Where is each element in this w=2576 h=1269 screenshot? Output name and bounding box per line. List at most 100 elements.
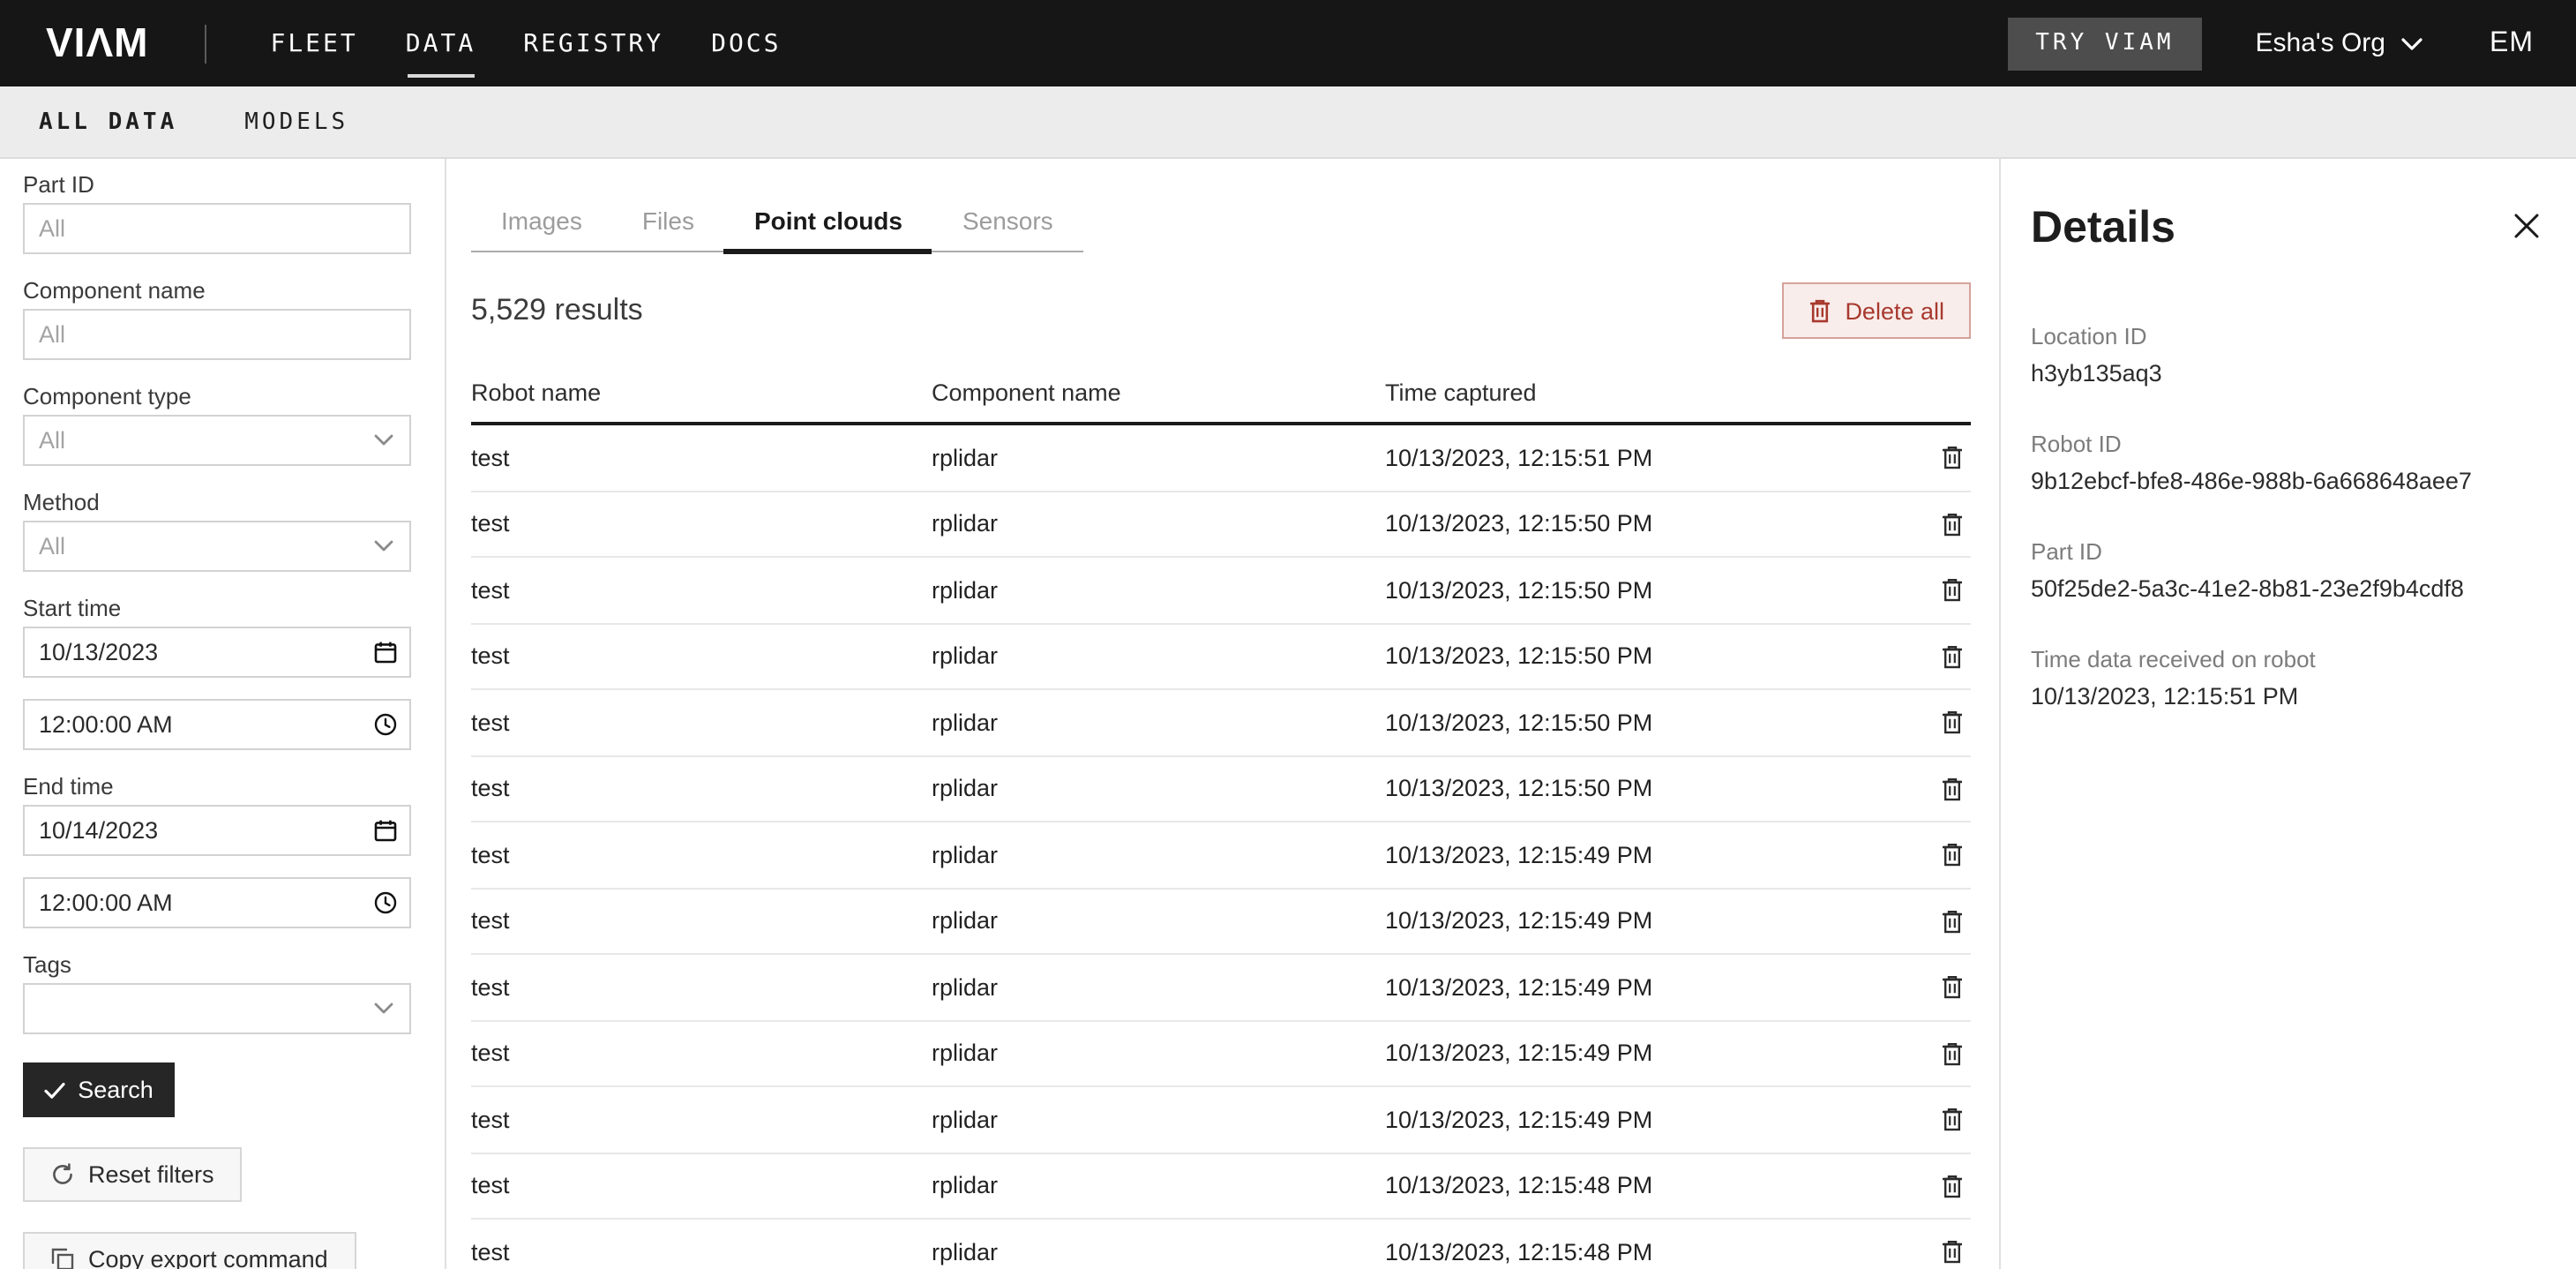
table-row: test rplidar 10/13/2023, 12:15:48 PM: [471, 1153, 1971, 1220]
cell-robot-name: test: [471, 842, 932, 868]
data-main: Images Files Point clouds Sensors 5,529 …: [446, 159, 1999, 1269]
cell-robot-name: test: [471, 974, 932, 1001]
detail-value: 50f25de2-5a3c-41e2-8b81-23e2f9b4cdf8: [2031, 574, 2541, 604]
nav-item-docs[interactable]: DOCS: [711, 22, 781, 64]
page-layout: Part ID Component name Component type Al…: [0, 159, 2576, 1269]
cell-robot-name: test: [471, 710, 932, 736]
delete-row-button[interactable]: [1932, 902, 1971, 941]
delete-row-button[interactable]: [1932, 1100, 1971, 1139]
delete-row-button[interactable]: [1932, 968, 1971, 1007]
delete-row-button[interactable]: [1932, 1233, 1971, 1269]
nav-item-data[interactable]: DATA: [406, 22, 476, 64]
delete-row-button[interactable]: [1932, 505, 1971, 544]
top-nav: VIΛM FLEET DATA REGISTRY DOCS TRY VIAM E…: [0, 0, 2576, 86]
method-label: Method: [23, 491, 411, 515]
close-icon[interactable]: [2512, 212, 2541, 240]
cell-component-name: rplidar: [932, 643, 1385, 670]
cell-component-name: rplidar: [932, 577, 1385, 604]
detail-label: Location ID: [2031, 323, 2541, 349]
component-name-input[interactable]: [23, 309, 411, 360]
try-viam-button[interactable]: TRY VIAM: [2007, 17, 2202, 70]
detail-field-time-received: Time data received on robot 10/13/2023, …: [2031, 646, 2541, 711]
copy-export-command-button[interactable]: Copy export command: [23, 1232, 356, 1269]
chevron-down-icon: [374, 1002, 393, 1015]
end-time-input[interactable]: [23, 877, 411, 928]
part-id-label: Part ID: [23, 173, 411, 198]
filters-sidebar: Part ID Component name Component type Al…: [0, 159, 446, 1269]
reset-filters-button[interactable]: Reset filters: [23, 1147, 243, 1202]
delete-all-button[interactable]: Delete all: [1781, 282, 1971, 339]
table-row: test rplidar 10/13/2023, 12:15:50 PM: [471, 690, 1971, 756]
results-count: 5,529 results: [471, 293, 643, 328]
delete-row-button[interactable]: [1932, 836, 1971, 875]
nav-item-registry[interactable]: REGISTRY: [523, 22, 663, 64]
chevron-down-icon: [2401, 36, 2422, 50]
sub-nav: ALL DATA MODELS: [0, 86, 2576, 159]
end-date-input[interactable]: [23, 805, 411, 856]
detail-field-part-id: Part ID 50f25de2-5a3c-41e2-8b81-23e2f9b4…: [2031, 538, 2541, 604]
user-avatar-initials[interactable]: EM: [2490, 27, 2534, 59]
detail-field-location-id: Location ID h3yb135aq3: [2031, 323, 2541, 388]
cell-robot-name: test: [471, 1239, 932, 1265]
tags-select[interactable]: [23, 983, 411, 1034]
delete-row-button[interactable]: [1932, 703, 1971, 742]
table-row: test rplidar 10/13/2023, 12:15:50 PM: [471, 492, 1971, 558]
delete-row-button[interactable]: [1932, 637, 1971, 676]
delete-row-button[interactable]: [1932, 571, 1971, 610]
cell-time-captured: 10/13/2023, 12:15:49 PM: [1385, 974, 1907, 1001]
nav-right: TRY VIAM Esha's Org EM: [2007, 17, 2544, 70]
table-row: test rplidar 10/13/2023, 12:15:50 PM: [471, 624, 1971, 690]
detail-field-robot-id: Robot ID 9b12ebcf-bfe8-486e-988b-6a66864…: [2031, 431, 2541, 496]
table-row: test rplidar 10/13/2023, 12:15:49 PM: [471, 955, 1971, 1021]
cell-component-name: rplidar: [932, 1239, 1385, 1265]
copy-icon: [51, 1248, 74, 1269]
cell-component-name: rplidar: [932, 1107, 1385, 1133]
cell-robot-name: test: [471, 1107, 932, 1133]
details-title: Details: [2031, 201, 2175, 256]
detail-value: 10/13/2023, 12:15:51 PM: [2031, 681, 2541, 711]
cell-time-captured: 10/13/2023, 12:15:51 PM: [1385, 445, 1907, 471]
search-button[interactable]: Search: [23, 1063, 175, 1117]
start-time-input[interactable]: [23, 699, 411, 750]
table-row: test rplidar 10/13/2023, 12:15:50 PM: [471, 558, 1971, 624]
cell-component-name: rplidar: [932, 1040, 1385, 1067]
delete-row-button[interactable]: [1932, 1167, 1971, 1205]
tab-models[interactable]: MODELS: [244, 109, 348, 135]
nav-item-fleet[interactable]: FLEET: [270, 22, 357, 64]
cell-robot-name: test: [471, 1173, 932, 1199]
viam-logo[interactable]: VIΛM: [46, 23, 148, 64]
cell-robot-name: test: [471, 445, 932, 471]
cell-time-captured: 10/13/2023, 12:15:50 PM: [1385, 776, 1907, 802]
results-row: 5,529 results Delete all: [471, 282, 1971, 339]
tab-point-clouds[interactable]: Point clouds: [724, 198, 932, 251]
part-id-input[interactable]: [23, 203, 411, 254]
cell-component-name: rplidar: [932, 1173, 1385, 1199]
data-type-tabs: Images Files Point clouds Sensors: [471, 198, 1083, 252]
component-type-select[interactable]: All: [23, 415, 411, 466]
org-switcher[interactable]: Esha's Org: [2256, 28, 2422, 58]
cell-component-name: rplidar: [932, 908, 1385, 935]
col-component-name: Component name: [932, 379, 1385, 406]
table-row: test rplidar 10/13/2023, 12:15:49 PM: [471, 1021, 1971, 1087]
tab-files[interactable]: Files: [612, 198, 724, 251]
start-date-input[interactable]: [23, 627, 411, 678]
refresh-icon: [51, 1163, 74, 1186]
cell-component-name: rplidar: [932, 710, 1385, 736]
tab-sensors[interactable]: Sensors: [932, 198, 1083, 251]
delete-row-button[interactable]: [1932, 1034, 1971, 1073]
cell-robot-name: test: [471, 511, 932, 537]
cell-time-captured: 10/13/2023, 12:15:49 PM: [1385, 842, 1907, 868]
cell-time-captured: 10/13/2023, 12:15:49 PM: [1385, 1040, 1907, 1067]
cell-time-captured: 10/13/2023, 12:15:50 PM: [1385, 511, 1907, 537]
cell-time-captured: 10/13/2023, 12:15:50 PM: [1385, 577, 1907, 604]
cell-component-name: rplidar: [932, 974, 1385, 1001]
tab-all-data[interactable]: ALL DATA: [39, 109, 177, 135]
chevron-down-icon: [374, 540, 393, 552]
delete-row-button[interactable]: [1932, 439, 1971, 477]
end-time-label: End time: [23, 775, 411, 800]
delete-row-button[interactable]: [1932, 770, 1971, 808]
tab-images[interactable]: Images: [471, 198, 612, 251]
table-row: test rplidar 10/13/2023, 12:15:50 PM: [471, 756, 1971, 822]
method-select[interactable]: All: [23, 521, 411, 572]
cell-time-captured: 10/13/2023, 12:15:50 PM: [1385, 710, 1907, 736]
